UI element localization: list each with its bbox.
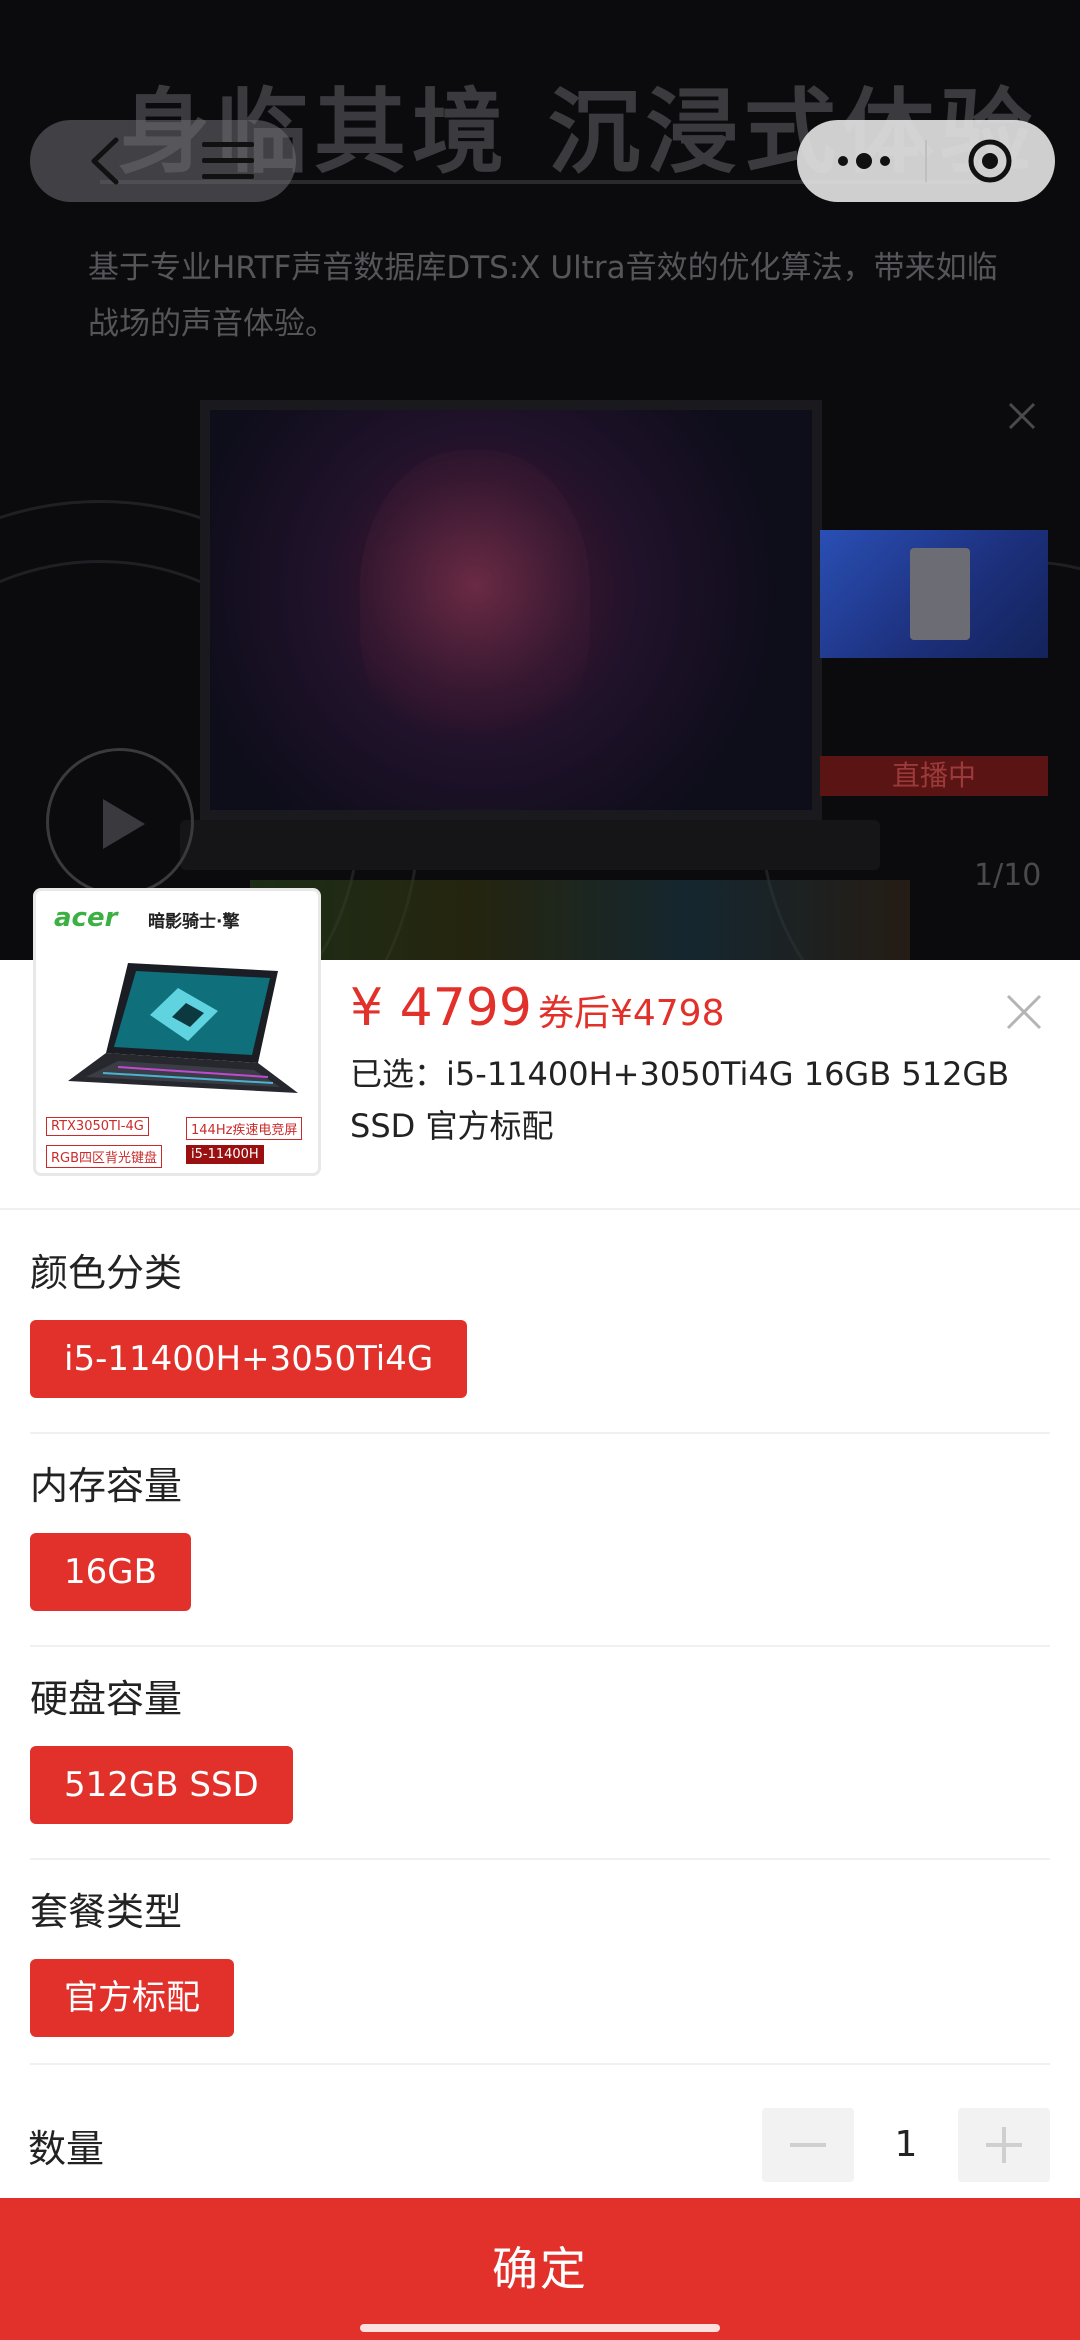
live-stream-thumbnail[interactable] — [820, 530, 1048, 658]
image-counter: 1/10 — [974, 858, 1042, 893]
quantity-minus-button[interactable] — [762, 2108, 854, 2182]
quantity-value[interactable]: 1 — [854, 2108, 958, 2182]
plus-icon — [986, 2127, 1022, 2163]
play-icon — [103, 799, 145, 849]
thumb-tag: RTX3050TI-4G — [46, 1117, 149, 1136]
mini-program-capsule — [797, 120, 1055, 202]
option-button[interactable]: i5-11400H+3050Ti4G — [30, 1320, 468, 1398]
live-badge[interactable]: 直播中 — [820, 756, 1048, 796]
group-title: 套餐类型 — [30, 1890, 183, 1934]
minus-icon — [790, 2143, 826, 2147]
option-group-memory: 内存容量 16GB — [30, 1455, 1050, 1647]
option-group-storage: 硬盘容量 512GB SSD — [30, 1668, 1050, 1860]
option-button[interactable]: 16GB — [30, 1533, 191, 1611]
laptop-thumbnail-image — [68, 963, 298, 1093]
quantity-label: 数量 — [28, 2127, 105, 2171]
promo-description: 基于专业HRTF声音数据库DTS:X Ultra音效的优化算法，带来如临战场的声… — [88, 250, 998, 342]
thumb-tag: i5-11400H — [186, 1145, 264, 1164]
group-divider — [30, 1858, 1050, 1860]
laptop-base-image — [180, 820, 880, 870]
group-divider — [30, 2063, 1050, 2065]
thumb-brand-logo: acer — [54, 903, 118, 933]
target-icon[interactable] — [967, 138, 1013, 184]
nav-capsule — [30, 120, 296, 202]
selected-summary: 已选：i5-11400H+3050Ti4G 16GB 512GB SSD 官方标… — [350, 1048, 1050, 1152]
option-group-color: 颜色分类 i5-11400H+3050Ti4G — [30, 1242, 1050, 1434]
product-thumbnail[interactable]: acer 暗影骑士·擎 RTX3050TI-4G 144Hz疾速电竞屏 RGB四… — [33, 888, 321, 1176]
option-button[interactable]: 官方标配 — [30, 1959, 234, 2037]
close-icon[interactable] — [1004, 992, 1044, 1032]
play-button[interactable] — [46, 748, 194, 896]
group-title: 硬盘容量 — [30, 1677, 183, 1721]
product-detail-background: 身临其境 沉浸式体验 基于专业HRTF声音数据库DTS:X Ultra音效的优化… — [0, 0, 1080, 960]
option-group-package: 套餐类型 官方标配 — [30, 1881, 1050, 2065]
price: ¥ 4799 — [350, 978, 532, 1038]
thumb-tag: RGB四区背光键盘 — [46, 1145, 163, 1168]
more-dots-icon[interactable] — [833, 142, 895, 180]
group-title: 内存容量 — [30, 1464, 183, 1508]
sku-selection-sheet: acer 暗影骑士·擎 RTX3050TI-4G 144Hz疾速电竞屏 RGB四… — [0, 888, 1080, 2340]
confirm-button[interactable]: 确定 — [0, 2198, 1080, 2340]
home-indicator — [360, 2324, 720, 2332]
coupon-price: 券后¥4798 — [537, 993, 725, 1034]
selected-prefix: 已选： — [350, 1055, 447, 1093]
thumb-brand-name: 暗影骑士·擎 — [148, 912, 240, 932]
menu-icon[interactable] — [200, 138, 256, 184]
laptop-screen-image — [200, 400, 822, 820]
capsule-divider — [925, 140, 927, 182]
quantity-plus-button[interactable] — [958, 2108, 1050, 2182]
option-button[interactable]: 512GB SSD — [30, 1746, 293, 1824]
close-icon[interactable] — [1004, 398, 1040, 434]
group-divider — [30, 1645, 1050, 1647]
sheet-divider — [0, 1208, 1080, 1210]
price-row: ¥ 4799 券后¥4798 — [350, 978, 724, 1038]
keyboard-glow-image — [250, 880, 910, 960]
group-title: 颜色分类 — [30, 1251, 183, 1295]
thumb-tag: 144Hz疾速电竞屏 — [186, 1117, 303, 1140]
group-divider — [30, 1432, 1050, 1434]
selected-value: i5-11400H+3050Ti4G 16GB 512GB SSD 官方标配 — [350, 1055, 1010, 1145]
back-arrow-icon[interactable] — [80, 134, 134, 188]
